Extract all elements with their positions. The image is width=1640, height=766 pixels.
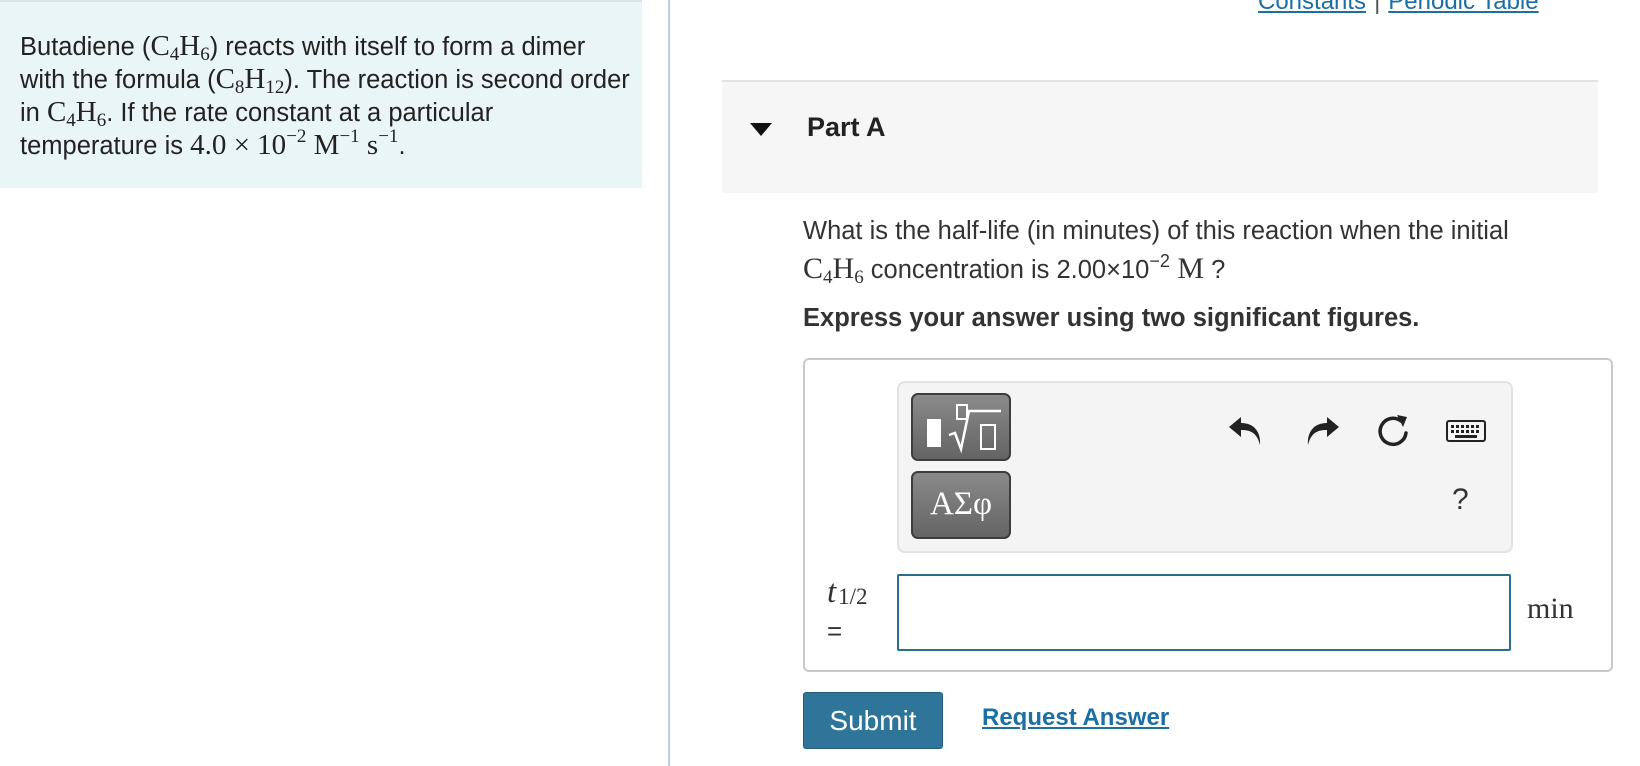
constants-link[interactable]: Constants <box>1258 0 1366 15</box>
formula-butadiene: C4H6 <box>150 30 210 65</box>
equals-sign: = <box>827 616 843 646</box>
part-a-header[interactable]: Part A <box>722 80 1598 193</box>
answer-area: ΑΣφ ? t1/2 = min <box>803 358 1613 672</box>
request-answer-link[interactable]: Request Answer <box>982 704 1169 732</box>
variable-symbol: t <box>827 574 837 610</box>
answer-input[interactable] <box>897 574 1511 651</box>
undo-icon[interactable] <box>1227 411 1267 451</box>
resource-links: Constants | Periodic Table <box>1258 0 1539 16</box>
exponent: −2 <box>1149 251 1170 271</box>
problem-panel: Butadiene (C4H6) reacts with itself to f… <box>0 0 642 188</box>
templates-icon <box>927 419 941 447</box>
question-line: What is the half-life (in minutes) of th… <box>803 217 1509 245</box>
formula-butadiene: C4H6 <box>803 252 864 288</box>
redo-icon[interactable] <box>1301 411 1341 451</box>
pane-divider <box>668 0 670 766</box>
greek-letters-button[interactable]: ΑΣφ <box>911 471 1011 539</box>
templates-button[interactable] <box>911 393 1011 461</box>
question-text: What is the half-life (in minutes) of th… <box>803 212 1603 289</box>
help-icon[interactable]: ? <box>1452 483 1469 517</box>
periodic-table-link[interactable]: Periodic Table <box>1388 0 1538 15</box>
question-line: concentration is 2.00×10 <box>863 256 1150 284</box>
collapse-caret-icon[interactable] <box>750 123 772 136</box>
keyboard-icon[interactable] <box>1445 411 1487 451</box>
answer-variable-label: t1/2 <box>827 574 868 611</box>
part-label: Part A <box>807 112 886 142</box>
problem-text-part: . <box>398 132 406 160</box>
concentration-unit: M <box>1169 252 1205 285</box>
variable-subscript: 1/2 <box>838 584 868 609</box>
formula-butadiene: C4H6 <box>46 96 107 131</box>
answer-instruction: Express your answer using two significan… <box>803 304 1420 332</box>
question-mark: ? <box>1204 256 1226 284</box>
problem-text: Butadiene (C4H6) reacts with itself to f… <box>20 30 635 162</box>
reset-icon[interactable] <box>1373 411 1413 451</box>
problem-text-part: Butadiene ( <box>20 33 151 61</box>
formula-dimer: C8H12 <box>215 63 285 98</box>
link-separator: | <box>1374 0 1381 15</box>
rate-constant: 4.0 × 10−2 M−1 s−1 <box>190 126 399 161</box>
sqrt-template-icon <box>948 404 1001 454</box>
math-toolbar: ΑΣφ ? <box>897 381 1513 553</box>
answer-unit: min <box>1527 592 1574 625</box>
submit-button[interactable]: Submit <box>803 692 943 749</box>
